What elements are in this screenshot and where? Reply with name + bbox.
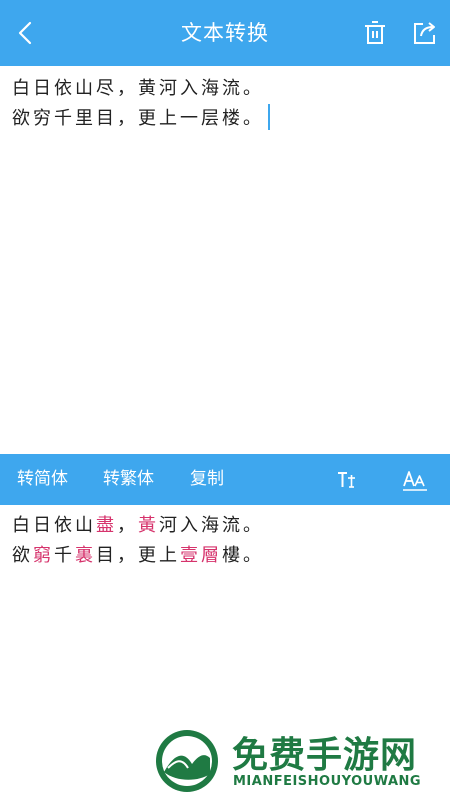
font-style-icon[interactable] [402, 468, 428, 492]
converted-char: 裏 [75, 545, 96, 566]
text-caret [268, 104, 270, 130]
top-bar: 文本转换 [0, 0, 450, 66]
output-line: 白日依山盡，黃河入海流。 [12, 511, 438, 541]
text-size-icon[interactable] [336, 469, 358, 491]
trash-icon[interactable] [361, 19, 389, 47]
output-segment: 河入海流。 [159, 515, 264, 536]
converted-char: 黃 [138, 515, 159, 536]
to-traditional-button[interactable]: 转繁体 [103, 454, 154, 505]
input-text[interactable]: 白日依山尽，黄河入海流。 欲穷千里目，更上一层楼。 [12, 74, 438, 134]
output-segment: ， [117, 515, 138, 536]
output-segment: 樓。 [222, 545, 264, 566]
watermark-logo-icon [154, 728, 220, 794]
input-line: 欲穷千里目，更上一层楼。 [12, 104, 438, 134]
watermark-subtitle: MIANFEISHOUYOUWANG [233, 774, 422, 789]
output-segment: 白日依山 [12, 515, 96, 536]
output-text: 白日依山盡，黃河入海流。 欲窮千裏目，更上壹層樓。 [12, 511, 438, 571]
output-segment: 千 [54, 545, 75, 566]
conversion-toolbar: 转简体 转繁体 复制 [0, 454, 450, 505]
converted-char: 盡 [96, 515, 117, 536]
output-segment: 目，更上 [96, 545, 180, 566]
watermark: 免费手游网 MIANFEISHOUYOUWANG [150, 724, 450, 800]
output-line: 欲窮千裏目，更上壹層樓。 [12, 541, 438, 571]
converted-char: 窮 [33, 545, 54, 566]
share-icon[interactable] [410, 19, 438, 47]
copy-button[interactable]: 复制 [190, 454, 224, 505]
converted-char: 壹層 [180, 545, 222, 566]
input-text-area[interactable]: 白日依山尽，黄河入海流。 欲穷千里目，更上一层楼。 [0, 66, 450, 454]
watermark-title: 免费手游网 [232, 735, 418, 776]
to-simplified-button[interactable]: 转简体 [17, 454, 68, 505]
input-line: 白日依山尽，黄河入海流。 [12, 78, 264, 99]
output-segment: 欲 [12, 545, 33, 566]
